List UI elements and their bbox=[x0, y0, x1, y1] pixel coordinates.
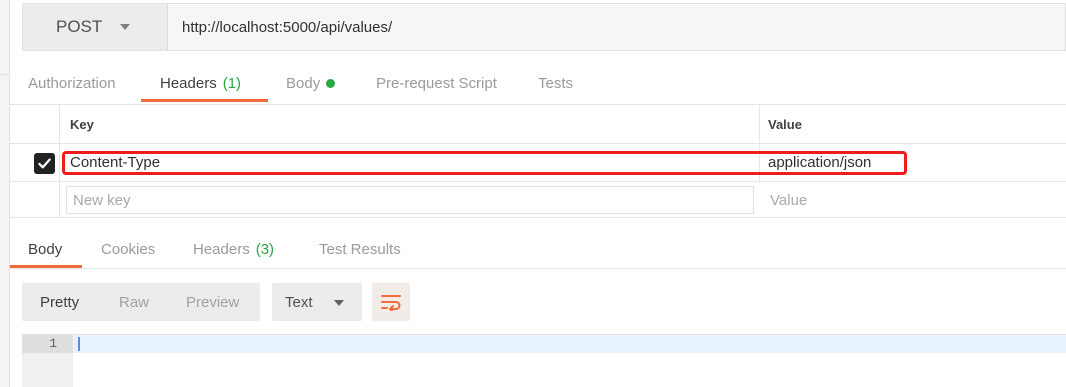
table-header-row: Key Value bbox=[10, 105, 1066, 144]
tab-cookies[interactable]: Cookies bbox=[101, 229, 155, 269]
chevron-down-icon bbox=[334, 300, 344, 306]
tab-label: Headers bbox=[160, 74, 217, 92]
headers-count: (1) bbox=[222, 74, 242, 92]
tab-label: Pre-request Script bbox=[376, 74, 497, 92]
active-line-highlight bbox=[73, 335, 1066, 353]
value-column-header: Value bbox=[768, 116, 802, 132]
request-url-bar: POST http://localhost:5000/api/values/ bbox=[22, 3, 1066, 51]
wrap-lines-button[interactable] bbox=[372, 283, 410, 321]
checkmark-icon bbox=[38, 158, 51, 169]
format-dropdown[interactable]: Text bbox=[272, 283, 362, 321]
view-mode-segmented-control: Pretty Raw Preview bbox=[22, 283, 260, 321]
pretty-view-button[interactable]: Pretty bbox=[40, 294, 79, 311]
tab-authorization[interactable]: Authorization bbox=[28, 62, 116, 104]
tab-test-results[interactable]: Test Results bbox=[319, 229, 401, 269]
tab-tests[interactable]: Tests bbox=[538, 62, 573, 104]
url-field[interactable]: http://localhost:5000/api/values/ bbox=[168, 4, 1065, 50]
tab-label: Body bbox=[286, 74, 321, 92]
preview-view-button[interactable]: Preview bbox=[186, 294, 239, 311]
tab-pre-request-script[interactable]: Pre-request Script bbox=[376, 62, 497, 104]
response-body-editor[interactable]: 1 bbox=[22, 334, 1066, 387]
tab-response-headers[interactable]: Headers (3) bbox=[193, 229, 274, 269]
tab-headers[interactable]: Headers (1) bbox=[160, 62, 241, 104]
row-checkbox-cell bbox=[10, 144, 60, 181]
response-tabs: Body Cookies Headers (3) Test Results bbox=[10, 229, 1066, 269]
active-tab-indicator bbox=[141, 99, 268, 102]
active-tab-indicator bbox=[10, 265, 82, 268]
wrap-lines-icon bbox=[381, 295, 401, 311]
header-value-cell[interactable]: application/json bbox=[760, 144, 1066, 181]
new-value-input[interactable] bbox=[766, 186, 1056, 214]
header-key-cell[interactable]: Content-Type bbox=[60, 144, 760, 181]
tab-label: Tests bbox=[538, 74, 574, 92]
chevron-down-icon bbox=[120, 24, 131, 30]
checkbox-column-header bbox=[10, 105, 60, 143]
response-headers-count: (3) bbox=[255, 240, 275, 258]
new-key-input[interactable] bbox=[66, 186, 754, 214]
key-column-header: Key bbox=[60, 105, 760, 143]
row-enabled-checkbox[interactable] bbox=[34, 153, 55, 174]
raw-view-button[interactable]: Raw bbox=[119, 294, 149, 311]
tab-label: Headers bbox=[193, 240, 250, 258]
header-value-text: application/json bbox=[768, 154, 872, 171]
format-label: Text bbox=[285, 293, 313, 311]
tab-label: Body bbox=[28, 240, 63, 258]
new-header-row bbox=[10, 182, 1066, 218]
headers-table: Key Value Content-Type application/json bbox=[10, 104, 1066, 218]
method-dropdown[interactable]: POST bbox=[23, 4, 168, 50]
tab-response-body[interactable]: Body bbox=[28, 229, 62, 269]
sidebar-divider bbox=[0, 74, 10, 75]
tab-label: Test Results bbox=[319, 240, 401, 258]
method-label: POST bbox=[56, 17, 103, 36]
tab-body[interactable]: Body bbox=[286, 62, 336, 104]
status-dot-icon bbox=[326, 78, 336, 88]
url-text: http://localhost:5000/api/values/ bbox=[182, 18, 393, 36]
table-row: Content-Type application/json bbox=[10, 144, 1066, 182]
left-sidebar-edge bbox=[0, 0, 10, 387]
text-cursor bbox=[78, 337, 80, 351]
tab-label: Cookies bbox=[101, 240, 156, 258]
request-tabs: Authorization Headers (1) Body Pre-reques… bbox=[10, 62, 1066, 104]
tab-label: Authorization bbox=[28, 74, 116, 92]
new-row-checkbox-cell bbox=[10, 182, 60, 217]
line-number: 1 bbox=[22, 335, 73, 353]
header-key-text: Content-Type bbox=[70, 154, 161, 171]
